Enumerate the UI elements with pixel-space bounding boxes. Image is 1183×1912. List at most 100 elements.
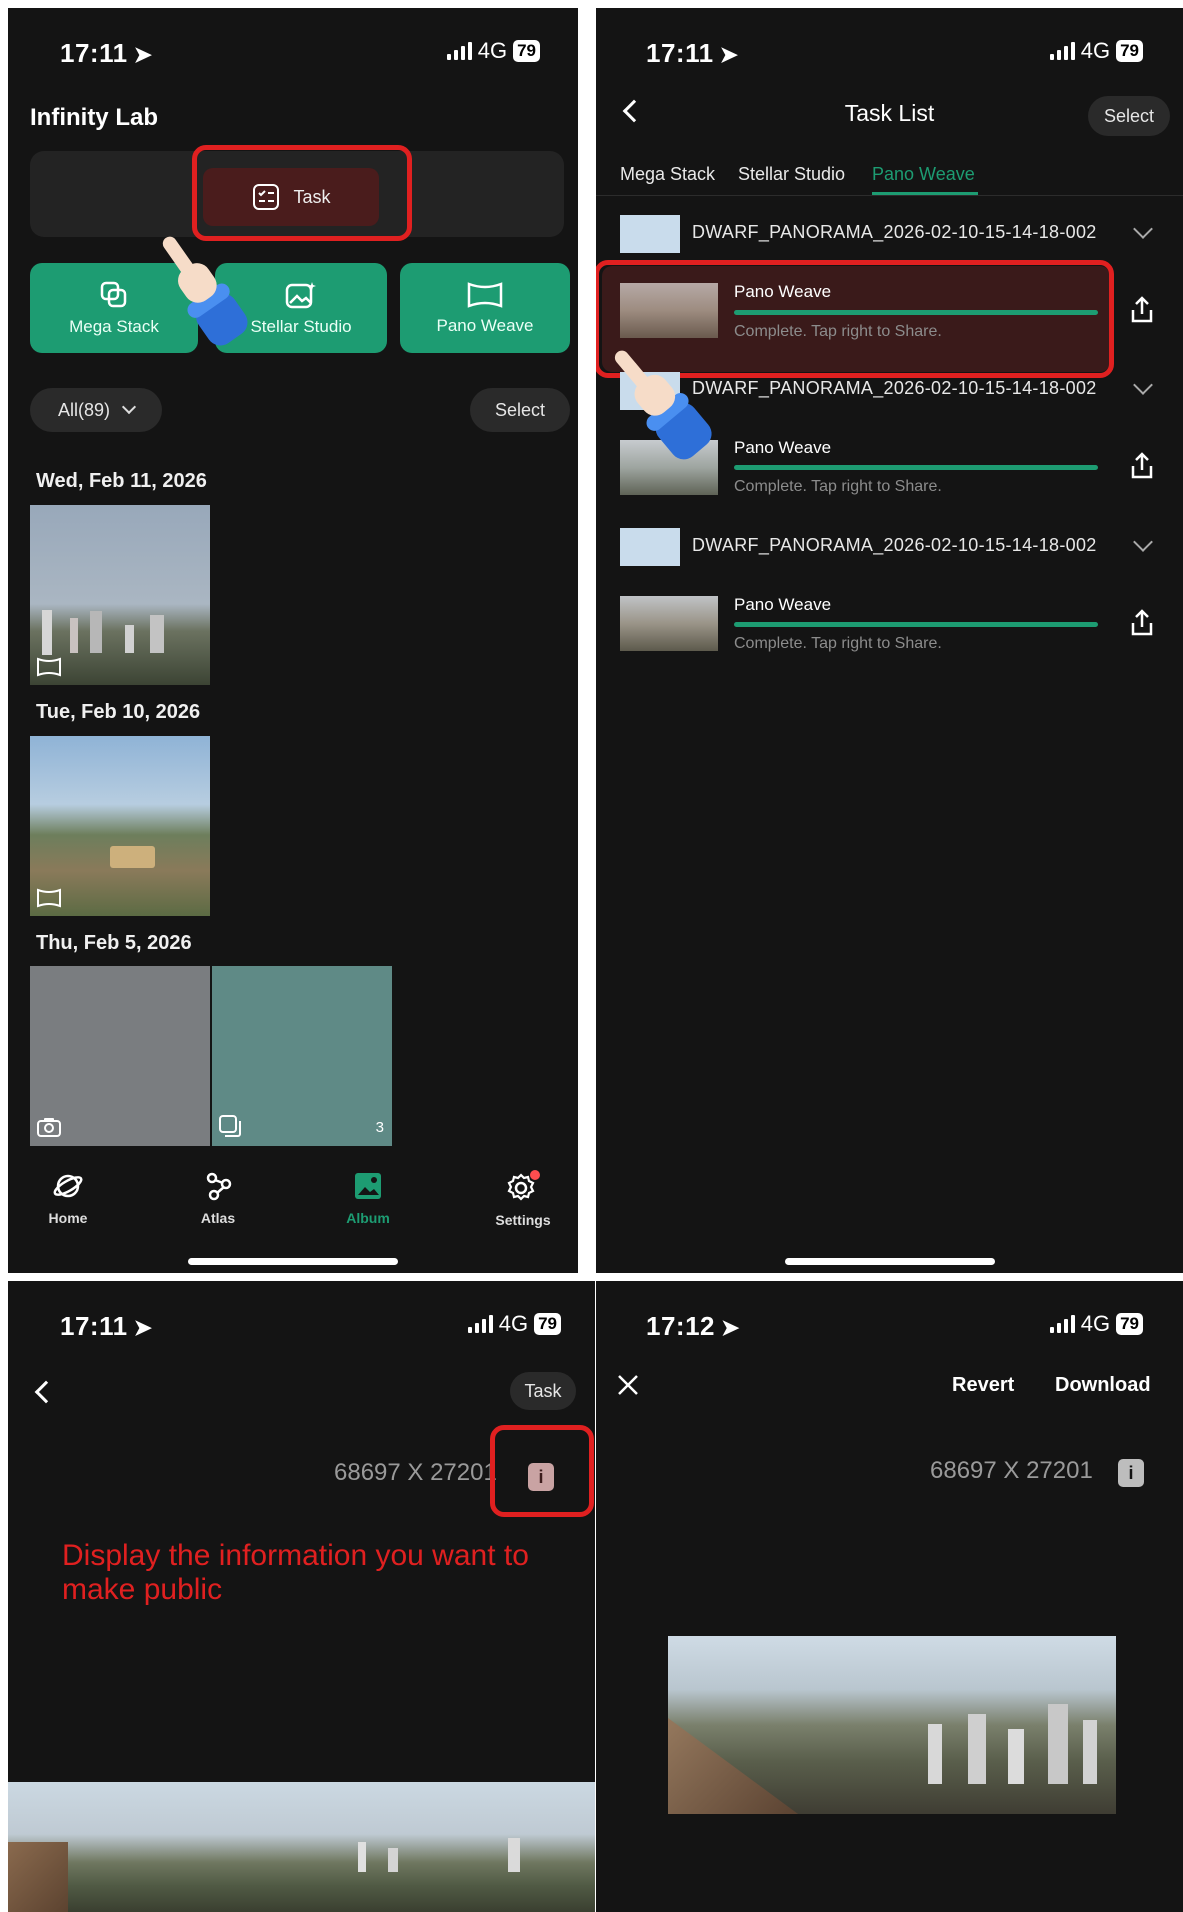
location-arrow-icon: ➤ (719, 42, 739, 67)
home-indicator (784, 1258, 995, 1265)
back-button[interactable] (34, 1380, 58, 1404)
filter-dropdown[interactable]: All(89) (30, 388, 162, 432)
close-icon[interactable] (616, 1373, 640, 1397)
image-dimensions: 68697 X 27201 (930, 1457, 1093, 1484)
location-arrow-icon: ➤ (133, 1315, 153, 1340)
signal-icon (1049, 42, 1075, 60)
status-time: 17:11 ➤ (60, 38, 153, 68)
file-name: DWARF_PANORAMA_2026-02-10-15-14-18-002 (692, 378, 1097, 398)
status-bar: 17:11 ➤ 4G 79 (596, 8, 1183, 88)
gear-icon (507, 1170, 540, 1201)
task-button[interactable]: Task (510, 1372, 576, 1410)
status-time: 17:12 ➤ (646, 1311, 740, 1341)
signal-icon (1049, 1315, 1075, 1333)
nav-album[interactable]: Album (338, 1170, 398, 1226)
share-icon[interactable] (1130, 609, 1154, 637)
file-name: DWARF_PANORAMA_2026-02-10-15-14-18-002 (692, 222, 1097, 242)
photo-thumbnail[interactable] (30, 966, 210, 1146)
photo-thumbnail[interactable] (30, 736, 210, 916)
share-icon[interactable] (1130, 296, 1154, 324)
nav-label: Settings (495, 1212, 551, 1228)
status-bar: 17:11 ➤ 4G 79 (8, 1281, 595, 1361)
status-time: 17:11 ➤ (60, 1311, 153, 1341)
network-type: 4G (1080, 38, 1111, 63)
signal-icon (446, 42, 472, 60)
panorama-icon (37, 888, 61, 908)
image-editor-screen: 17:12 ➤ 4G 79 Revert Download 68697 X 272… (596, 1281, 1183, 1912)
task-status: Complete. Tap right to Share. (734, 478, 942, 495)
status-bar: 17:11 ➤ 4G 79 (8, 8, 578, 88)
download-button[interactable]: Download (1055, 1374, 1151, 1397)
image-dimensions: 68697 X 27201 (334, 1459, 497, 1486)
divider (596, 195, 1183, 196)
share-icon[interactable] (1130, 452, 1154, 480)
planet-icon (53, 1174, 83, 1198)
mega-stack-label: Mega Stack (69, 317, 159, 336)
photo-thumbnail[interactable]: 3 (212, 966, 392, 1146)
stack-count: 3 (375, 1119, 384, 1136)
stack-icon (100, 281, 127, 308)
signal-icon (467, 1315, 493, 1333)
revert-button[interactable]: Revert (952, 1374, 1014, 1397)
nav-home[interactable]: Home (38, 1170, 98, 1226)
network-type: 4G (477, 38, 508, 63)
select-button[interactable]: Select (470, 388, 570, 432)
home-indicator (188, 1258, 398, 1265)
magic-image-icon (285, 282, 316, 309)
pointing-hand-icon (614, 350, 712, 460)
nav-settings[interactable]: Settings (488, 1170, 558, 1228)
album-screen: 17:11 ➤ 4G 79 Infinity Lab Task Mega Stac… (8, 8, 578, 1273)
section-date: Tue, Feb 10, 2026 (36, 701, 201, 723)
task-name: Pano Weave (734, 438, 832, 457)
info-icon[interactable]: i (1118, 1459, 1144, 1487)
progress-bar (734, 465, 1098, 470)
nav-atlas[interactable]: Atlas (188, 1170, 248, 1226)
battery-indicator: 79 (513, 40, 540, 62)
bottom-nav: Home Atlas Album Settings (8, 1158, 578, 1248)
file-name: DWARF_PANORAMA_2026-02-10-15-14-18-002 (692, 535, 1097, 555)
chevron-down-icon[interactable] (1133, 219, 1153, 239)
task-thumbnail (620, 596, 718, 651)
nav-label: Home (48, 1210, 88, 1226)
progress-bar (734, 622, 1098, 627)
status-bar: 17:12 ➤ 4G 79 (596, 1281, 1183, 1361)
panorama-icon (467, 282, 503, 308)
section-date: Thu, Feb 5, 2026 (36, 932, 192, 954)
section-date: Wed, Feb 11, 2026 (36, 470, 207, 492)
nav-label: Album (346, 1210, 390, 1226)
file-thumbnail (620, 215, 680, 253)
chevron-down-icon[interactable] (1133, 375, 1153, 395)
pointing-hand-icon (162, 236, 248, 346)
image-viewer-screen: 17:11 ➤ 4G 79 Task 68697 X 27201 i Displa… (8, 1281, 595, 1912)
album-icon (355, 1173, 381, 1199)
task-status: Complete. Tap right to Share. (734, 635, 942, 652)
stack-icon (219, 1115, 241, 1137)
panorama-icon (37, 657, 61, 677)
chevron-down-icon[interactable] (1133, 532, 1153, 552)
pano-weave-label: Pano Weave (436, 316, 534, 335)
camera-icon (37, 1118, 61, 1137)
highlight-info (490, 1425, 594, 1517)
task-name: Pano Weave (734, 595, 832, 614)
nav-label: Atlas (200, 1210, 236, 1226)
battery-indicator: 79 (1116, 40, 1143, 62)
annotation-note: Display the information you want to make… (62, 1539, 529, 1606)
network-type: 4G (1080, 1311, 1111, 1336)
battery-indicator: 79 (534, 1313, 561, 1335)
tab-mega-stack[interactable]: Mega Stack (620, 164, 715, 185)
pano-weave-button[interactable]: Pano Weave (400, 263, 570, 353)
location-arrow-icon: ➤ (133, 42, 153, 67)
location-arrow-icon: ➤ (721, 1315, 740, 1340)
battery-indicator: 79 (1116, 1313, 1143, 1335)
panorama-image[interactable] (8, 1782, 595, 1912)
tab-pano-weave[interactable]: Pano Weave (872, 164, 975, 185)
tab-stellar-studio[interactable]: Stellar Studio (738, 164, 845, 185)
file-thumbnail (620, 528, 680, 566)
page-title: Infinity Lab (30, 104, 158, 131)
select-button[interactable]: Select (1088, 96, 1170, 136)
task-list-screen: 17:11 ➤ 4G 79 Task List Select Mega Stack… (596, 8, 1183, 1273)
photo-thumbnail[interactable] (30, 505, 210, 685)
panorama-preview (668, 1636, 1116, 1814)
chevron-down-icon (121, 399, 137, 415)
atlas-icon (206, 1172, 232, 1201)
